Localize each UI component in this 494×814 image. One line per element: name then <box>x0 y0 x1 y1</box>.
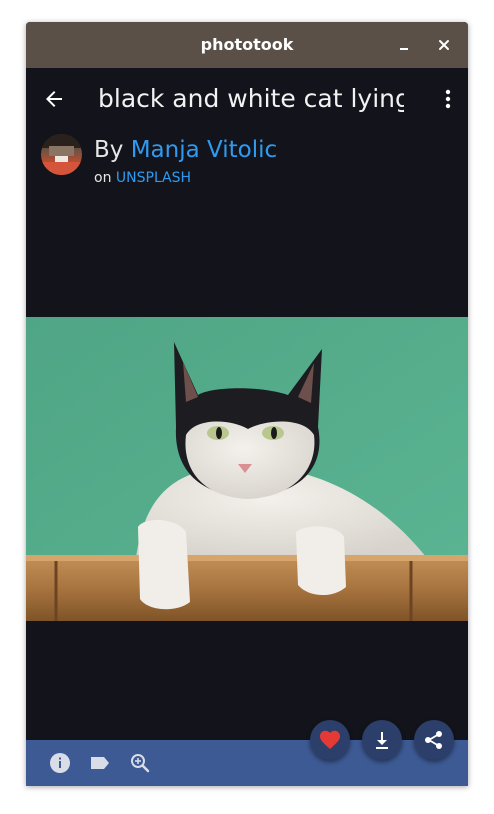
share-icon <box>425 731 442 749</box>
zoom-button[interactable] <box>128 751 152 775</box>
by-label: By <box>94 137 131 163</box>
author-byline: By Manja Vitolic <box>94 134 277 166</box>
window-titlebar: phototook <box>26 22 468 68</box>
share-button[interactable] <box>414 720 454 760</box>
photo-title: black and white cat lying <box>98 84 404 113</box>
close-icon <box>439 40 449 50</box>
bottom-app-bar <box>26 740 468 786</box>
tags-button[interactable] <box>88 751 112 775</box>
tag-icon <box>91 757 109 769</box>
download-button[interactable] <box>362 720 402 760</box>
author-name-link[interactable]: Manja Vitolic <box>131 137 277 163</box>
info-button[interactable] <box>48 751 72 775</box>
source-link[interactable]: UNSPLASH <box>116 170 191 186</box>
minimize-button[interactable] <box>392 33 416 57</box>
arrow-back-icon <box>46 91 62 107</box>
author-avatar[interactable] <box>41 134 82 175</box>
app-bar: black and white cat lying <box>26 68 468 130</box>
on-label: on <box>94 170 116 186</box>
favorite-button[interactable] <box>310 720 350 760</box>
source-line: on UNSPLASH <box>94 168 191 188</box>
zoom-in-icon <box>131 754 150 773</box>
close-button[interactable] <box>432 33 456 57</box>
info-icon <box>50 753 70 773</box>
download-icon <box>376 732 388 749</box>
back-button[interactable] <box>42 87 66 111</box>
heart-icon <box>320 730 340 749</box>
author-section: By Manja Vitolic on UNSPLASH <box>26 130 468 190</box>
more-options-button[interactable] <box>436 86 460 112</box>
avatar-image <box>41 134 82 175</box>
app-window: phototook black and white cat lying By M… <box>26 22 468 786</box>
cat-photo <box>26 317 468 621</box>
photo-viewer[interactable] <box>26 317 468 621</box>
more-vert-icon <box>445 89 451 109</box>
